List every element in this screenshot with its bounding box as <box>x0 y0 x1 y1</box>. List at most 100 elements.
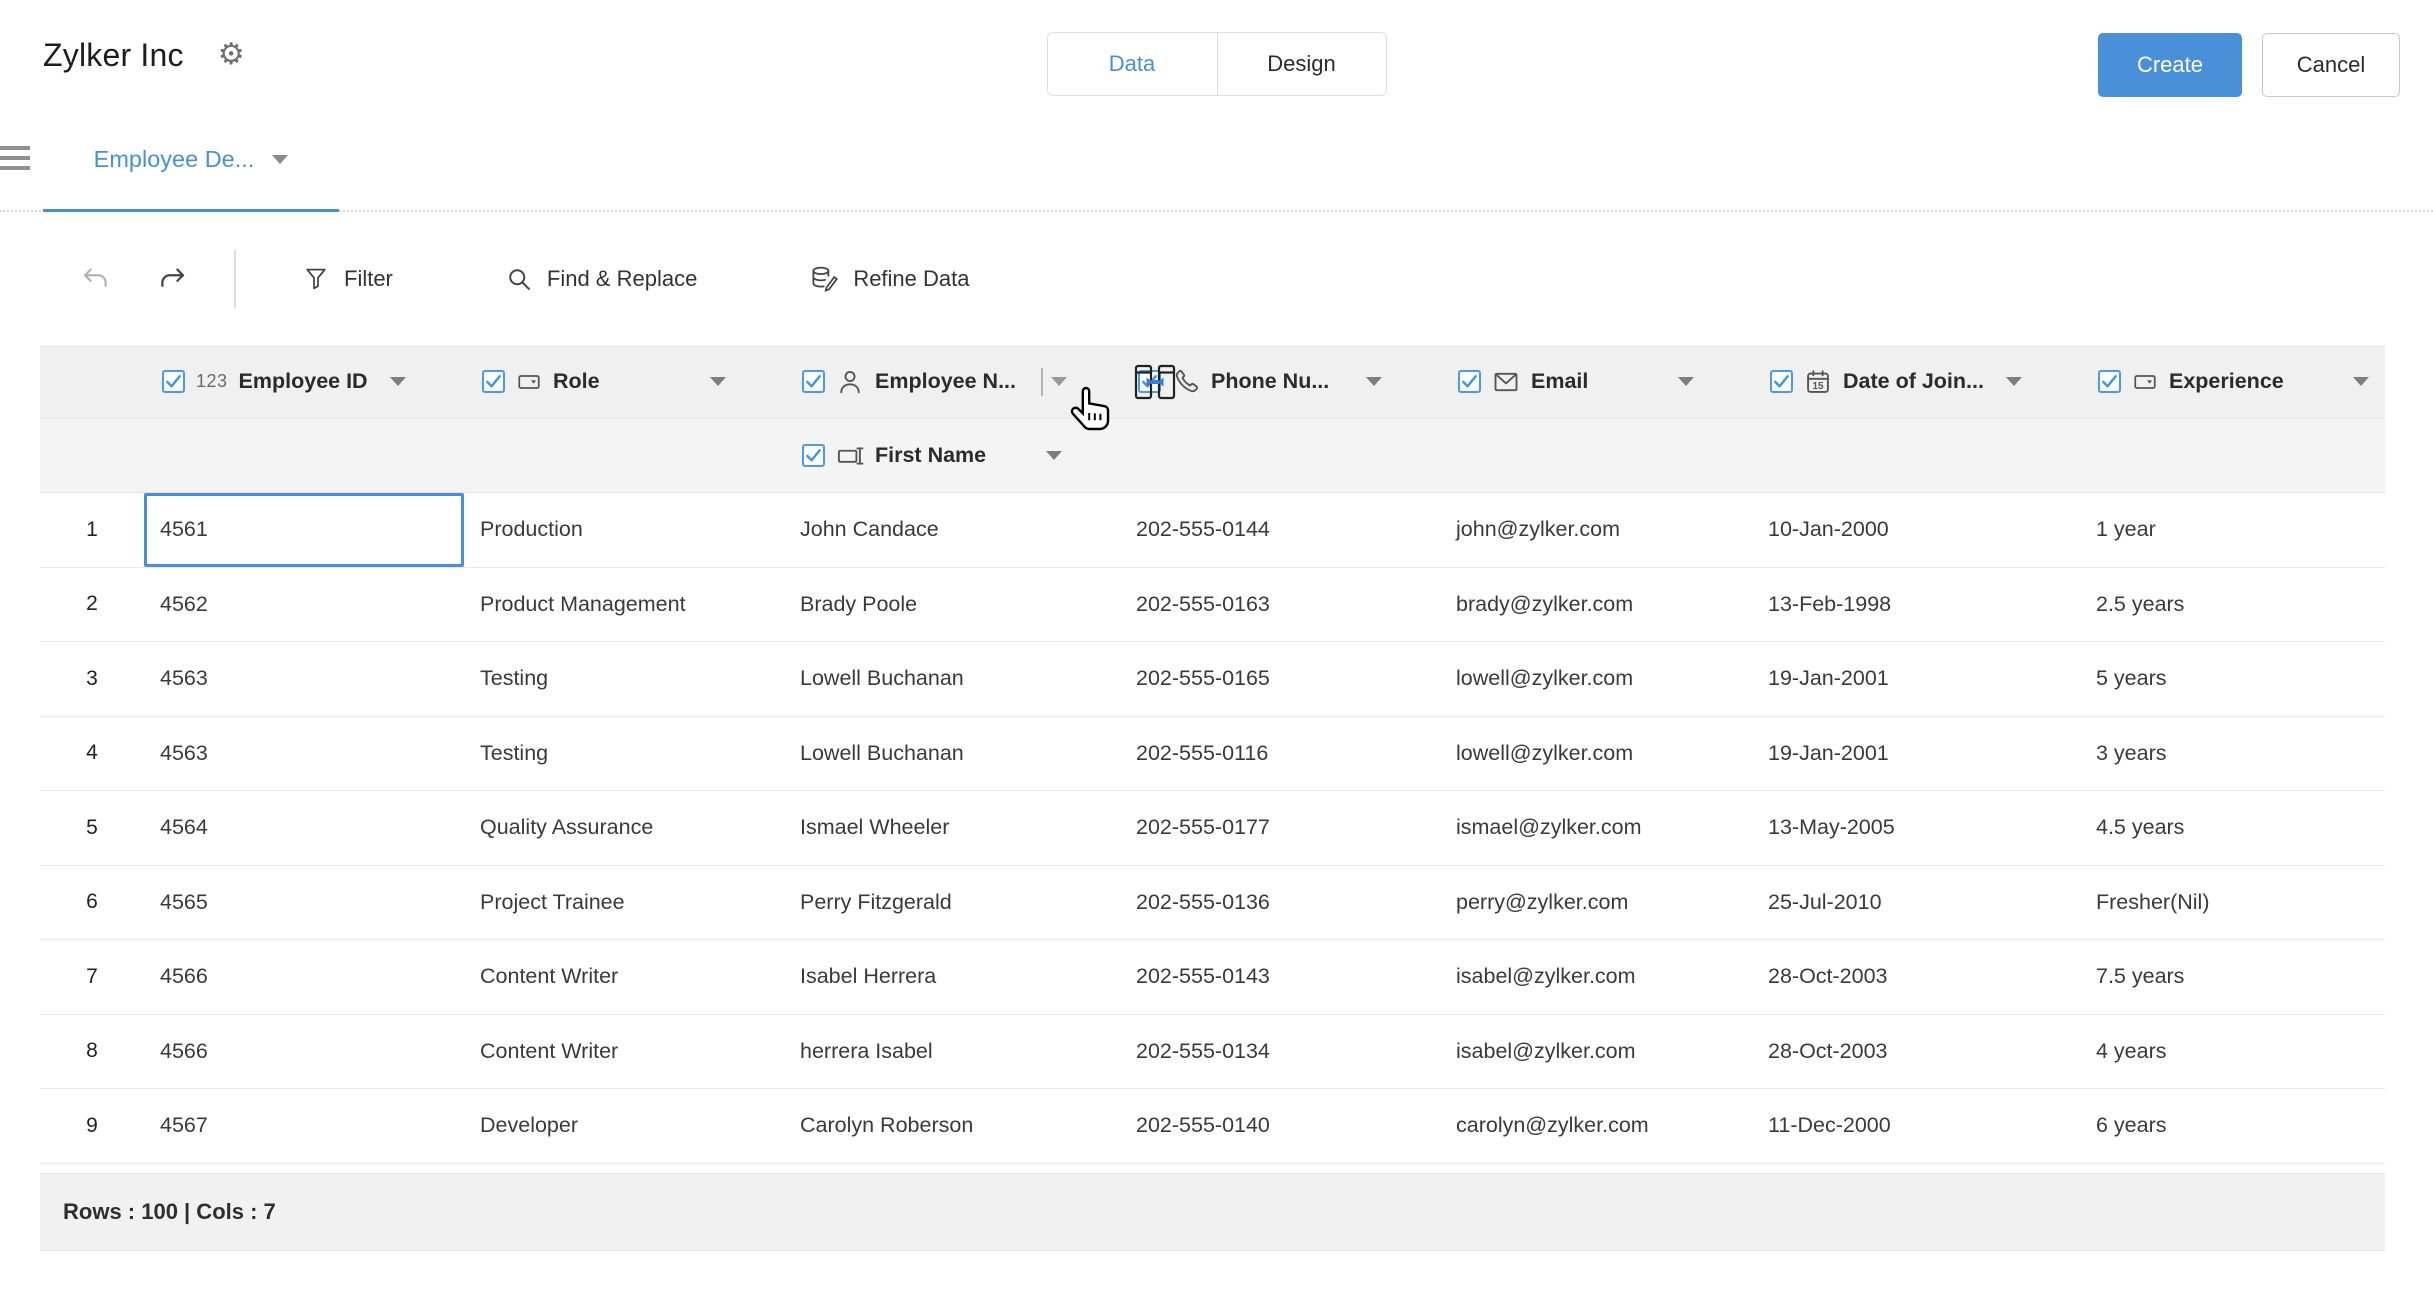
table-cell[interactable]: 28-Oct-2003 <box>1752 940 2080 1014</box>
table-cell[interactable]: lowell@zylker.com <box>1440 717 1752 791</box>
table-cell[interactable]: Developer <box>464 1089 784 1163</box>
table-cell[interactable]: 4.5 years <box>2080 791 2385 865</box>
row-number[interactable]: 5 <box>40 791 144 865</box>
chevron-down-icon[interactable] <box>710 377 726 386</box>
column-checkbox[interactable] <box>1770 370 1793 393</box>
table-cell[interactable]: 13-Feb-1998 <box>1752 568 2080 642</box>
row-number[interactable]: 2 <box>40 568 144 642</box>
table-cell[interactable]: john@zylker.com <box>1440 493 1752 567</box>
table-cell[interactable]: Content Writer <box>464 1015 784 1089</box>
table-cell[interactable]: Content Writer <box>464 940 784 1014</box>
undo-icon[interactable] <box>80 264 110 294</box>
row-number[interactable]: 1 <box>40 493 144 567</box>
table-cell[interactable]: Brady Poole <box>784 568 1120 642</box>
table-cell[interactable]: 202-555-0143 <box>1120 940 1440 1014</box>
table-cell[interactable]: isabel@zylker.com <box>1440 1015 1752 1089</box>
table-cell[interactable]: carolyn@zylker.com <box>1440 1089 1752 1163</box>
chevron-down-icon[interactable] <box>1051 377 1067 386</box>
table-cell[interactable]: 4563 <box>144 717 464 791</box>
chevron-down-icon[interactable] <box>272 155 288 164</box>
table-cell[interactable]: Production <box>464 493 784 567</box>
table-cell[interactable]: Ismael Wheeler <box>784 791 1120 865</box>
table-cell[interactable]: 3 years <box>2080 717 2385 791</box>
table-cell[interactable]: 4 years <box>2080 1015 2385 1089</box>
selected-cell[interactable]: 4561 <box>144 493 464 567</box>
table-cell[interactable]: lowell@zylker.com <box>1440 642 1752 716</box>
row-number[interactable]: 7 <box>40 940 144 1014</box>
table-cell[interactable]: John Candace <box>784 493 1120 567</box>
table-cell[interactable]: 4563 <box>144 642 464 716</box>
column-header[interactable]: Role <box>464 345 784 418</box>
table-cell[interactable]: Fresher(Nil) <box>2080 866 2385 940</box>
table-cell[interactable]: 202-555-0163 <box>1120 568 1440 642</box>
table-cell[interactable]: 4564 <box>144 791 464 865</box>
table-cell[interactable]: ismael@zylker.com <box>1440 791 1752 865</box>
column-checkbox[interactable] <box>482 370 505 393</box>
chevron-down-icon[interactable] <box>2006 377 2022 386</box>
filter-button[interactable]: Filter <box>302 265 393 293</box>
chevron-down-icon[interactable] <box>1046 451 1062 460</box>
table-cell[interactable]: 25-Jul-2010 <box>1752 866 2080 940</box>
split-columns-icon[interactable] <box>1133 363 1177 401</box>
column-checkbox[interactable] <box>2098 370 2121 393</box>
find-replace-button[interactable]: Find & Replace <box>505 265 697 293</box>
row-number[interactable]: 9 <box>40 1089 144 1163</box>
column-header[interactable]: 15Date of Join... <box>1752 345 2080 418</box>
table-cell[interactable]: 4567 <box>144 1089 464 1163</box>
table-cell[interactable]: isabel@zylker.com <box>1440 940 1752 1014</box>
table-cell[interactable]: 7.5 years <box>2080 940 2385 1014</box>
row-number[interactable]: 3 <box>40 642 144 716</box>
table-cell[interactable]: 1 year <box>2080 493 2385 567</box>
column-header[interactable]: Employee N... <box>784 345 1120 418</box>
table-cell[interactable]: Quality Assurance <box>464 791 784 865</box>
table-cell[interactable]: 13-May-2005 <box>1752 791 2080 865</box>
table-cell[interactable]: Testing <box>464 717 784 791</box>
tab-data[interactable]: Data <box>1047 32 1217 96</box>
table-cell[interactable]: 19-Jan-2001 <box>1752 717 2080 791</box>
column-checkbox[interactable] <box>1458 370 1481 393</box>
table-cell[interactable]: 202-555-0144 <box>1120 493 1440 567</box>
column-checkbox[interactable] <box>162 370 185 393</box>
chevron-down-icon[interactable] <box>390 377 406 386</box>
table-cell[interactable]: 4566 <box>144 1015 464 1089</box>
table-cell[interactable]: 4562 <box>144 568 464 642</box>
row-number[interactable]: 8 <box>40 1015 144 1089</box>
table-cell[interactable]: Project Trainee <box>464 866 784 940</box>
cancel-button[interactable]: Cancel <box>2262 33 2400 97</box>
table-cell[interactable]: 11-Dec-2000 <box>1752 1089 2080 1163</box>
table-cell[interactable]: Isabel Herrera <box>784 940 1120 1014</box>
table-cell[interactable]: 4565 <box>144 866 464 940</box>
table-cell[interactable]: Carolyn Roberson <box>784 1089 1120 1163</box>
chevron-down-icon[interactable] <box>1678 377 1694 386</box>
table-cell[interactable]: 10-Jan-2000 <box>1752 493 2080 567</box>
table-cell[interactable]: 5 years <box>2080 642 2385 716</box>
chevron-down-icon[interactable] <box>1366 377 1382 386</box>
table-cell[interactable]: 202-555-0116 <box>1120 717 1440 791</box>
table-cell[interactable]: 4566 <box>144 940 464 1014</box>
refine-data-button[interactable]: Refine Data <box>809 264 969 294</box>
table-cell[interactable]: 28-Oct-2003 <box>1752 1015 2080 1089</box>
table-cell[interactable]: Lowell Buchanan <box>784 717 1120 791</box>
table-cell[interactable]: 2.5 years <box>2080 568 2385 642</box>
table-cell[interactable]: 202-555-0136 <box>1120 866 1440 940</box>
table-cell[interactable]: 202-555-0165 <box>1120 642 1440 716</box>
table-cell[interactable]: 202-555-0134 <box>1120 1015 1440 1089</box>
create-button[interactable]: Create <box>2098 33 2242 97</box>
table-cell[interactable]: 19-Jan-2001 <box>1752 642 2080 716</box>
table-cell[interactable]: 202-555-0177 <box>1120 791 1440 865</box>
table-cell[interactable]: Product Management <box>464 568 784 642</box>
gear-icon[interactable]: ⚙ <box>218 40 245 70</box>
column-header[interactable]: Experience <box>2080 345 2385 418</box>
table-cell[interactable]: 6 years <box>2080 1089 2385 1163</box>
table-cell[interactable]: Testing <box>464 642 784 716</box>
hamburger-icon[interactable] <box>0 146 30 176</box>
chevron-down-icon[interactable] <box>2353 377 2369 386</box>
table-cell[interactable]: herrera Isabel <box>784 1015 1120 1089</box>
column-checkbox[interactable] <box>802 370 825 393</box>
row-number[interactable]: 6 <box>40 866 144 940</box>
table-cell[interactable]: brady@zylker.com <box>1440 568 1752 642</box>
table-cell[interactable]: perry@zylker.com <box>1440 866 1752 940</box>
column-header[interactable]: Email <box>1440 345 1752 418</box>
tab-design[interactable]: Design <box>1217 32 1387 96</box>
table-cell[interactable]: Perry Fitzgerald <box>784 866 1120 940</box>
